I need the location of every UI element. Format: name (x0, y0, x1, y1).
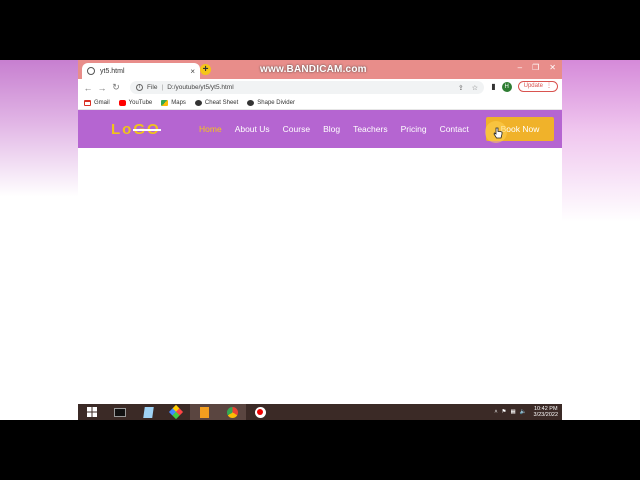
nav-about-us[interactable]: About Us (235, 124, 270, 134)
globe-icon (87, 67, 95, 75)
reload-icon[interactable]: ↻ (109, 82, 123, 93)
system-tray: ˄ ⚑ ▦ 🔈 10:42 PM 3/23/2022 (494, 404, 558, 420)
taskbar-notepad[interactable] (134, 404, 162, 420)
nav-home[interactable]: Home (199, 124, 222, 134)
web-page: LoGO Home About Us Course Blog Teachers … (78, 110, 562, 404)
windows-logo-icon (87, 407, 97, 417)
url-text[interactable]: D:/youtube/yt5/yt5.html (167, 84, 233, 91)
app-diamond-icon (168, 404, 184, 420)
record-icon (254, 406, 266, 418)
sidepanel-icon[interactable]: ▮ (491, 82, 495, 91)
logo-part2: GO (133, 121, 161, 138)
bookmark-youtube[interactable]: YouTube (118, 99, 153, 106)
bookmark-label: Gmail (94, 99, 110, 106)
tab-yt5[interactable]: yt5.html × (82, 63, 200, 79)
taskbar-bandicam[interactable] (246, 404, 274, 420)
terminal-icon (114, 407, 126, 417)
window-controls: – ❐ ✕ (518, 63, 556, 72)
bookmark-cheat-sheet[interactable]: Cheat Sheet (194, 99, 239, 106)
toolbar-right: ▮ H Update ⋮ (491, 81, 558, 92)
bandicam-watermark: www.BANDICAM.com (260, 64, 367, 75)
browser-toolbar: ← → ↻ i File | D:/youtube/yt5/yt5.html ⇪… (78, 79, 562, 96)
bookmark-star-icon[interactable]: ☆ (472, 84, 478, 92)
youtube-icon (118, 99, 126, 106)
taskbar-terminal[interactable] (106, 404, 134, 420)
bookmark-gmail[interactable]: Gmail (84, 99, 110, 106)
desktop-background-right (560, 60, 640, 420)
forward-arrow-icon[interactable]: → (95, 83, 109, 93)
nav-pricing[interactable]: Pricing (401, 124, 427, 134)
new-tab-button[interactable]: + (200, 64, 211, 75)
nav-contact[interactable]: Contact (440, 124, 469, 134)
clock-date: 3/23/2022 (533, 412, 558, 418)
restore-icon[interactable]: ❐ (532, 63, 539, 72)
bookmark-label: YouTube (128, 99, 153, 106)
globe-icon (194, 99, 202, 106)
screen-recording-frame: yt5.html × + www.BANDICAM.com – ❐ ✕ ← → … (0, 0, 640, 480)
nav-course[interactable]: Course (283, 124, 310, 134)
maps-icon (161, 99, 169, 106)
share-icon[interactable]: ⇪ (458, 84, 464, 92)
info-icon[interactable]: i (136, 84, 143, 91)
close-tab-icon[interactable]: × (190, 67, 195, 76)
tab-title: yt5.html (100, 67, 125, 75)
omnibox-separator: | (161, 84, 164, 91)
tray-chevron-icon[interactable]: ˄ (494, 409, 497, 415)
network-icon[interactable]: ▦ (510, 409, 515, 415)
profile-avatar[interactable]: H (501, 81, 512, 92)
site-menu: Home About Us Course Blog Teachers Prici… (199, 124, 469, 134)
taskbar-sublime[interactable] (190, 404, 218, 420)
taskbar-chrome[interactable] (218, 404, 246, 420)
site-navbar: LoGO Home About Us Course Blog Teachers … (78, 110, 562, 148)
globe-icon (247, 99, 255, 106)
clock[interactable]: 10:42 PM 3/23/2022 (534, 406, 558, 418)
bookmark-shape-divider[interactable]: Shape Divider (247, 99, 295, 106)
scheme-label: File (147, 84, 158, 91)
taskbar-app-colorful[interactable] (162, 404, 190, 420)
update-label: Update (523, 83, 543, 89)
browser-titlebar: yt5.html × + www.BANDICAM.com – ❐ ✕ (78, 60, 562, 79)
letterbox-top (0, 0, 640, 60)
sublime-text-icon (199, 406, 209, 418)
kebab-menu-icon[interactable]: ⋮ (546, 82, 552, 91)
windows-taskbar: ˄ ⚑ ▦ 🔈 10:42 PM 3/23/2022 (78, 404, 562, 420)
logo-part1: Lo (111, 121, 134, 138)
notepad-icon (142, 406, 154, 418)
address-bar[interactable]: i File | D:/youtube/yt5/yt5.html ⇪ ☆ (130, 81, 484, 94)
back-arrow-icon[interactable]: ← (81, 83, 95, 93)
close-window-icon[interactable]: ✕ (549, 63, 556, 72)
volume-icon[interactable]: 🔈 (520, 409, 527, 415)
omnibox-actions: ⇪ ☆ (458, 84, 478, 92)
bookmark-label: Maps (171, 99, 186, 106)
bookmark-maps[interactable]: Maps (161, 99, 186, 106)
letterbox-bottom (0, 420, 640, 480)
site-logo[interactable]: LoGO (111, 121, 161, 138)
flag-icon[interactable]: ⚑ (502, 409, 507, 415)
chrome-icon (226, 406, 238, 418)
minimize-icon[interactable]: – (518, 63, 522, 72)
bookmark-label: Cheat Sheet (204, 99, 239, 106)
start-button[interactable] (78, 404, 106, 420)
hand-cursor-icon (493, 127, 503, 139)
bookmarks-bar: Gmail YouTube Maps Cheat Sheet Shape Div… (78, 96, 562, 110)
nav-teachers[interactable]: Teachers (353, 124, 388, 134)
browser-window: yt5.html × + www.BANDICAM.com – ❐ ✕ ← → … (78, 60, 562, 404)
nav-blog[interactable]: Blog (323, 124, 340, 134)
gmail-icon (84, 99, 91, 106)
bookmark-label: Shape Divider (257, 99, 295, 106)
update-button[interactable]: Update ⋮ (517, 81, 558, 92)
